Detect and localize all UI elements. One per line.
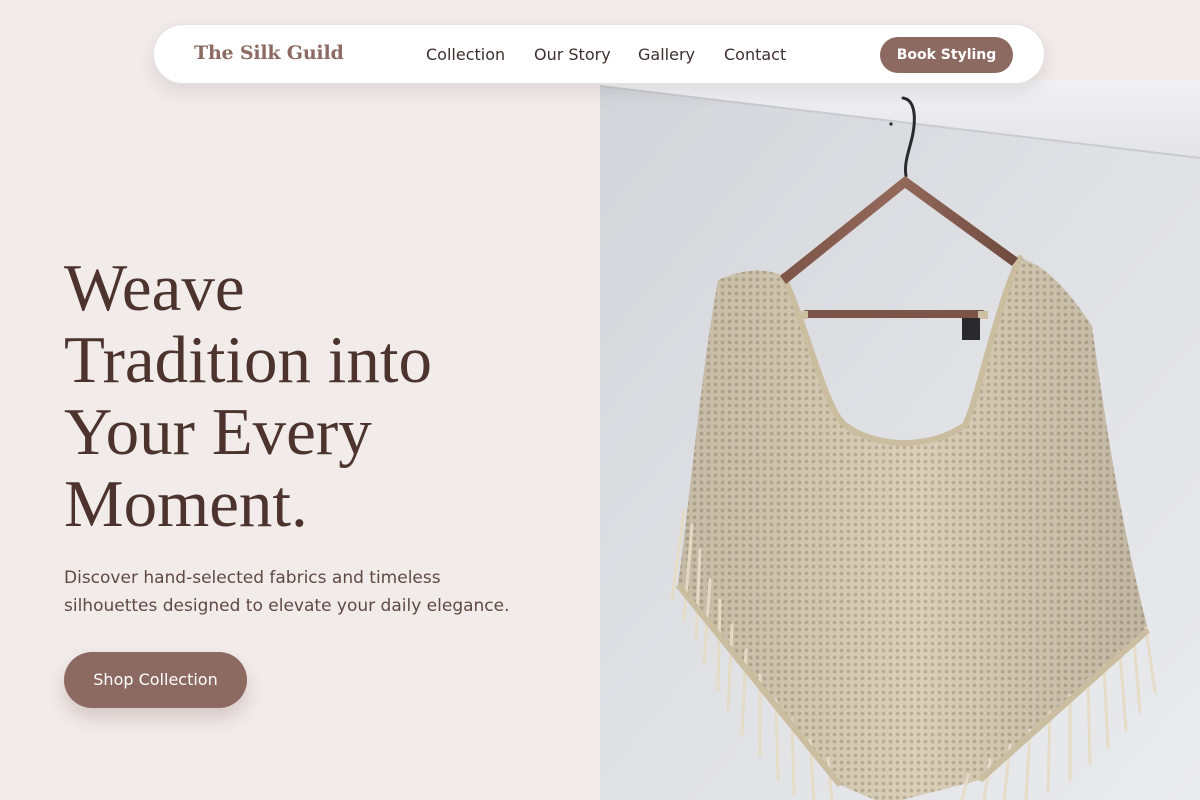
hero-title-line: Moment.	[64, 467, 308, 541]
shop-collection-button[interactable]: Shop Collection	[64, 652, 247, 708]
hero-product-image	[600, 80, 1200, 800]
nav-link-contact[interactable]: Contact	[724, 45, 786, 64]
poncho-illustration	[600, 80, 1200, 800]
hero-subtitle-line: silhouettes designed to elevate your dai…	[64, 596, 510, 616]
nav-link-our-story[interactable]: Our Story	[534, 45, 611, 64]
hero-title: Weave Tradition into Your Every Moment.	[64, 252, 584, 540]
hero-title-line: Weave	[64, 251, 245, 325]
hero-title-line: Tradition into	[64, 323, 432, 397]
nav-link-gallery[interactable]: Gallery	[638, 45, 695, 64]
hero-title-line: Your Every	[64, 395, 372, 469]
nav-link-collection[interactable]: Collection	[426, 45, 505, 64]
hero-subtitle-line: Discover hand-selected fabrics and timel…	[64, 568, 441, 588]
hero-subtitle: Discover hand-selected fabrics and timel…	[64, 564, 564, 620]
book-styling-button[interactable]: Book Styling	[880, 37, 1013, 73]
top-navbar: The Silk Guild Collection Our Story Gall…	[153, 24, 1045, 84]
brand-logo[interactable]: The Silk Guild	[194, 42, 344, 64]
